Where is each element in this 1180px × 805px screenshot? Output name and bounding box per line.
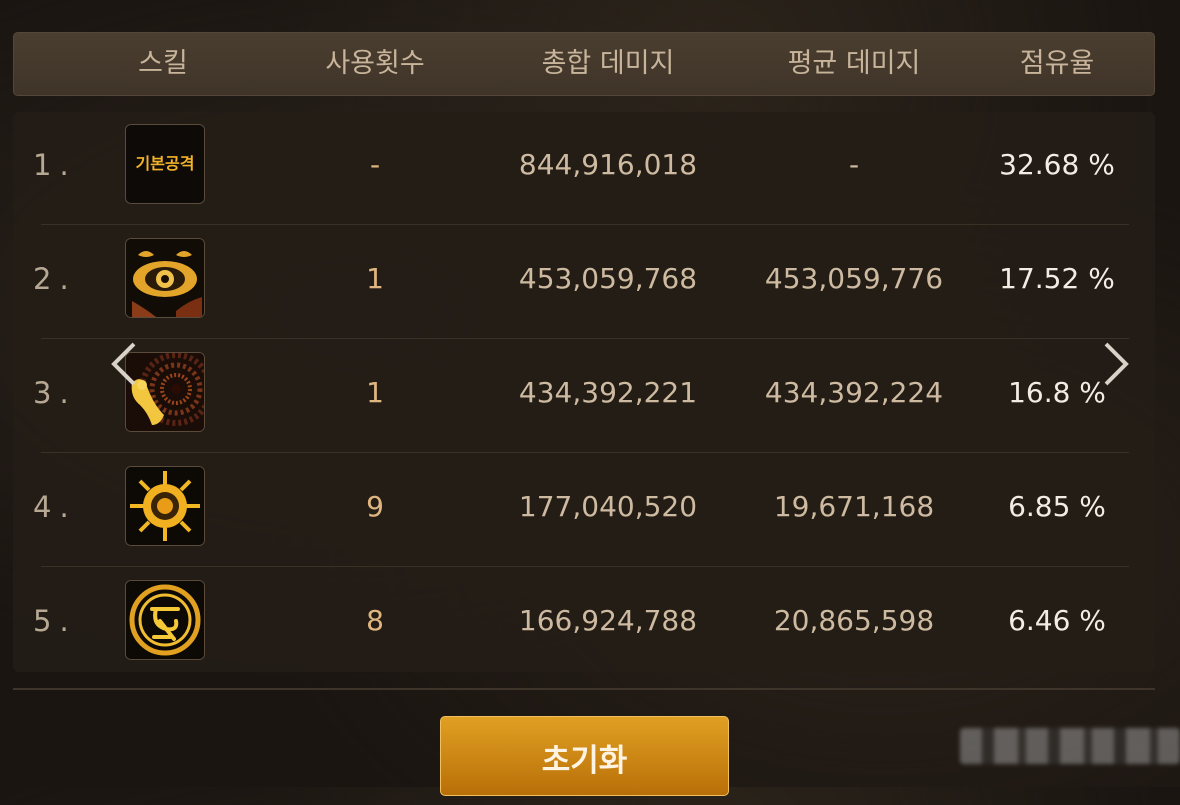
reset-button[interactable]: 초기화 <box>440 716 729 796</box>
row-share: 6.85 % <box>1008 490 1106 523</box>
table-bottom-divider <box>13 688 1155 690</box>
table-header: 스킬 사용횟수 총합 데미지 평균 데미지 점유율 <box>13 32 1155 96</box>
header-total-damage: 총합 데미지 <box>541 48 675 79</box>
skill-damage-table: 1. 기본공격 - 844,916,018 - 32.68 % 2. 1 453… <box>13 112 1155 672</box>
table-row: 5. 8 166,924,788 20,865,598 6.46 % <box>13 568 1155 682</box>
row-uses: - <box>369 148 381 181</box>
row-uses: 9 <box>366 490 384 523</box>
row-share: 17.52 % <box>999 262 1115 295</box>
row-rank: 2. <box>33 262 77 296</box>
row-rank: 1. <box>33 148 77 182</box>
header-uses: 사용횟수 <box>325 48 425 79</box>
row-total-damage: 844,916,018 <box>518 148 698 181</box>
row-uses: 1 <box>366 376 384 409</box>
eye-skill-icon <box>125 238 205 318</box>
row-total-damage: 177,040,520 <box>518 490 698 523</box>
chevron-right-icon[interactable] <box>1096 340 1136 388</box>
row-uses: 8 <box>366 604 384 637</box>
basic-attack-label: 기본공격 <box>135 154 195 173</box>
rune-circle-skill-icon <box>125 580 205 660</box>
row-total-damage: 166,924,788 <box>518 604 698 637</box>
row-avg-damage: 20,865,598 <box>773 604 935 637</box>
row-avg-damage: - <box>848 148 860 181</box>
blurred-watermark <box>960 728 1180 764</box>
row-share: 6.46 % <box>1008 604 1106 637</box>
row-avg-damage: 434,392,224 <box>764 376 944 409</box>
table-row: 3. 1 434,392,221 434,392,224 16.8 % <box>13 340 1155 454</box>
row-total-damage: 453,059,768 <box>518 262 698 295</box>
table-row: 1. 기본공격 - 844,916,018 - 32.68 % <box>13 112 1155 226</box>
row-avg-damage: 453,059,776 <box>764 262 944 295</box>
row-divider <box>41 338 1129 339</box>
row-uses: 1 <box>366 262 384 295</box>
chevron-left-icon[interactable] <box>104 340 144 388</box>
row-rank: 3. <box>33 376 77 410</box>
row-divider <box>41 224 1129 225</box>
table-row: 4. 9 177,040,520 19,671,168 6.85 % <box>13 454 1155 568</box>
row-total-damage: 434,392,221 <box>518 376 698 409</box>
row-avg-damage: 19,671,168 <box>773 490 935 523</box>
table-row: 2. 1 453,059,768 453,059,776 17.52 % <box>13 226 1155 340</box>
sun-burst-skill-icon <box>125 466 205 546</box>
row-divider <box>41 452 1129 453</box>
row-share: 32.68 % <box>999 148 1115 181</box>
basic-attack-icon: 기본공격 <box>125 124 205 204</box>
row-divider <box>41 566 1129 567</box>
header-avg-damage: 평균 데미지 <box>787 48 921 79</box>
header-skill: 스킬 <box>138 48 188 79</box>
row-rank: 5. <box>33 604 77 638</box>
row-rank: 4. <box>33 490 77 524</box>
header-share: 점유율 <box>1019 48 1095 79</box>
